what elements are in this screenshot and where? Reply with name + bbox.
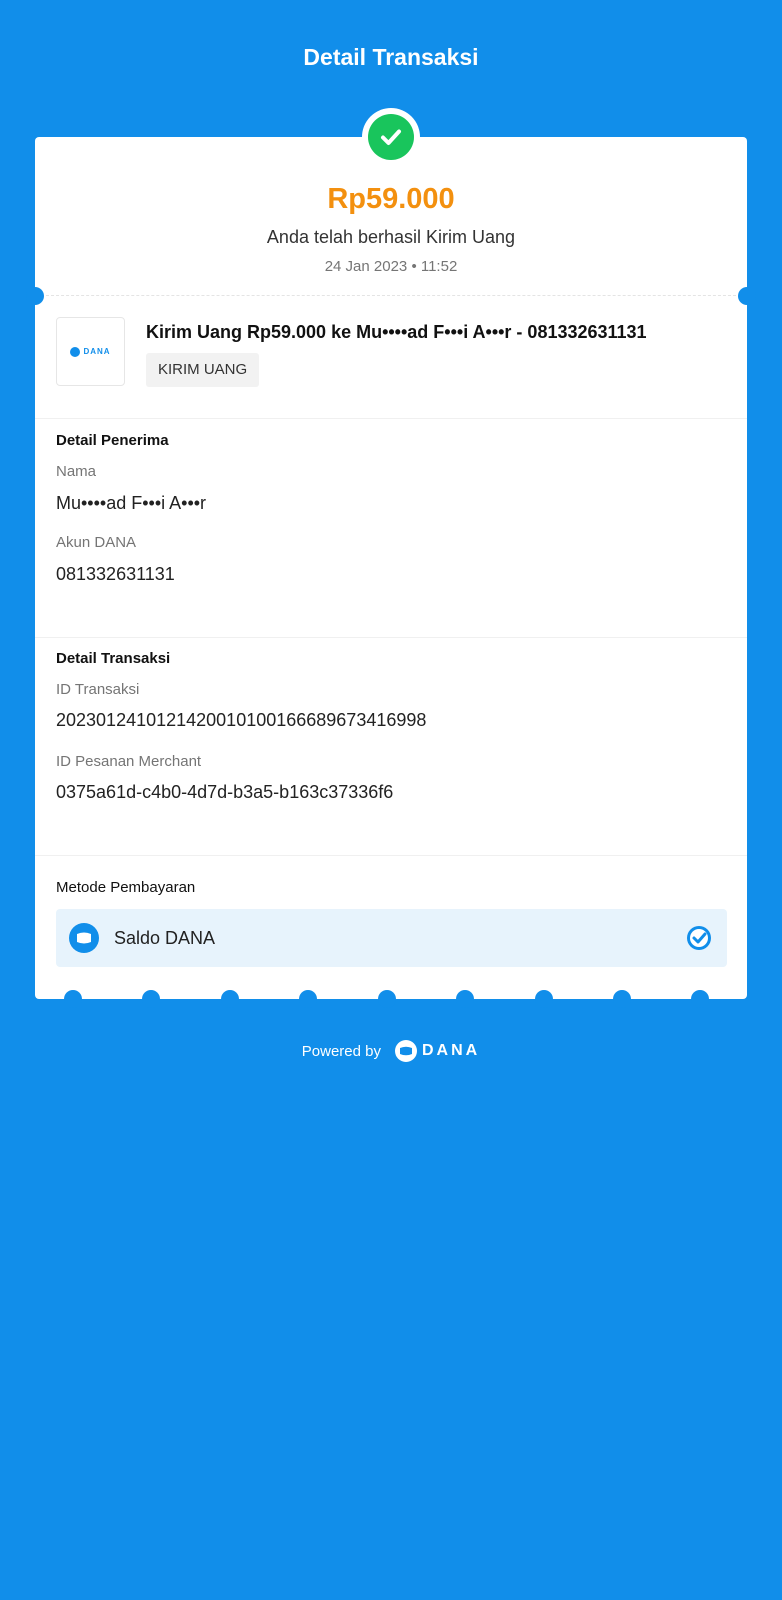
check-circle-icon bbox=[686, 925, 712, 951]
check-icon bbox=[368, 114, 414, 160]
wallet-icon bbox=[69, 923, 99, 953]
dana-logo-icon bbox=[395, 1040, 417, 1062]
recipient-name-value: Mu••••ad F•••i A•••r bbox=[56, 493, 207, 513]
ticket-perforation bbox=[64, 990, 82, 1008]
divider bbox=[35, 855, 747, 856]
transaction-section-title: Detail Transaksi bbox=[56, 650, 171, 667]
dana-logo: DANA bbox=[70, 346, 111, 357]
ticket-notch-left bbox=[26, 287, 44, 305]
recipient-section-title: Detail Penerima bbox=[56, 432, 169, 449]
amount: Rp59.000 bbox=[327, 183, 455, 215]
receipt-card: Rp59.000 Anda telah berhasil Kirim Uang … bbox=[26, 137, 756, 1008]
merchant-order-id-value: 0375a61d-c4b0-4d7d-b3a5-b163c37336f6 bbox=[56, 782, 394, 802]
ticket-perforation bbox=[378, 990, 396, 1008]
dana-brand-text: DANA bbox=[422, 1042, 481, 1059]
payment-method-item: Saldo DANA bbox=[56, 909, 727, 967]
success-message: Anda telah berhasil Kirim Uang bbox=[266, 227, 516, 247]
ticket-notch-right bbox=[738, 287, 756, 305]
ticket-perforation bbox=[613, 990, 631, 1008]
transaction-title: Kirim Uang Rp59.000 ke Mu••••ad F•••i A•… bbox=[146, 322, 647, 342]
ticket-perforation bbox=[221, 990, 239, 1008]
merchant-logo: DANA bbox=[56, 317, 125, 386]
powered-by-footer: Powered by DANA bbox=[0, 1036, 782, 1066]
page-title: Detail Transaksi bbox=[303, 44, 479, 70]
recipient-account-label: Akun DANA bbox=[56, 534, 137, 551]
payment-method-title: Metode Pembayaran bbox=[56, 879, 196, 896]
ticket-perforation bbox=[691, 990, 709, 1008]
ticket-perforation bbox=[535, 990, 553, 1008]
recipient-name-label: Nama bbox=[56, 463, 97, 480]
transaction-id-value: 2023012410121420010100166689673416998 bbox=[56, 710, 427, 730]
powered-by-text: Powered by bbox=[301, 1042, 381, 1060]
transaction-type-tag: KIRIM UANG bbox=[146, 353, 260, 387]
dana-brand-logo: DANA bbox=[395, 1040, 480, 1062]
dana-mark-icon bbox=[70, 346, 81, 357]
logo-text: DANA bbox=[83, 347, 111, 356]
divider bbox=[35, 637, 747, 638]
recipient-account-value: 081332631131 bbox=[56, 564, 175, 584]
payment-method-label: Saldo DANA bbox=[114, 928, 216, 948]
ticket-perforation bbox=[456, 990, 474, 1008]
divider bbox=[41, 295, 741, 296]
success-badge bbox=[362, 108, 420, 166]
ticket-perforation bbox=[142, 990, 160, 1008]
divider bbox=[35, 418, 747, 419]
transaction-id-label: ID Transaksi bbox=[56, 681, 140, 698]
transaction-detail-page: Detail Transaksi Rp59.000 Anda telah ber… bbox=[0, 0, 782, 1600]
merchant-order-id-label: ID Pesanan Merchant bbox=[56, 753, 202, 770]
ticket-perforation bbox=[299, 990, 317, 1008]
transaction-datetime: 24 Jan 2023 • 11:52 bbox=[324, 258, 458, 275]
